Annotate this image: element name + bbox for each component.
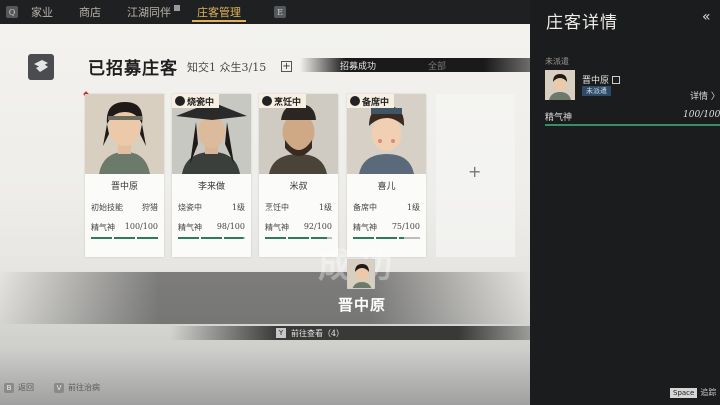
stat-label: 精气神 <box>91 223 115 232</box>
collapse-icon[interactable]: « <box>702 9 711 25</box>
stat-value: 75/100 <box>391 222 420 231</box>
kiln-icon <box>175 96 185 106</box>
goto-view-button[interactable]: Y 前往查看（4） <box>170 326 530 340</box>
guest-name: 李来做 <box>197 182 225 192</box>
recruit-popup <box>0 272 530 324</box>
job-tag: 烧瓷中 <box>172 94 220 108</box>
detail-stat-value: 100/100 <box>683 110 720 120</box>
job-value: 1级 <box>406 203 420 212</box>
job-value: 狩猎 <box>142 203 158 212</box>
stat-value: 100/100 <box>124 222 158 231</box>
job-label: 烹饪中 <box>265 203 289 212</box>
popup-avatar <box>347 259 375 289</box>
nav-right-key[interactable]: E <box>274 6 286 18</box>
track-hint[interactable]: Space 追踪 <box>670 387 716 398</box>
stat-label: 精气神 <box>265 223 289 232</box>
job-label: 烧瓷中 <box>178 203 202 212</box>
main-panel: 已招募庄客 知交1 众生3/15 + 招募成功 全部 晋中原 初始技能 狩猎 精气… <box>0 24 530 405</box>
job-tag-label: 备席中 <box>362 97 390 108</box>
stat-value: 98/100 <box>216 222 245 231</box>
guest-name: 米叔 <box>289 182 308 192</box>
job-tag: 备席中 <box>347 94 395 108</box>
stat-value: 92/100 <box>303 222 332 231</box>
guest-stat-row: 精气神 100/100 <box>85 222 164 233</box>
guest-portrait: 烧瓷中 <box>172 94 251 174</box>
tab-family-label: 家业 <box>31 6 53 19</box>
guest-stat-row: 精气神 75/100 <box>347 222 426 233</box>
detail-stat-label: 精气神 <box>545 113 573 123</box>
job-tag: 烹饪中 <box>259 94 307 108</box>
detail-title: 庄客详情 <box>546 13 618 33</box>
expand-capacity-button[interactable]: + <box>281 61 292 72</box>
status-badge: 未派遣 <box>582 86 611 96</box>
back-key: B <box>4 382 14 393</box>
goto-key: Y <box>275 328 286 338</box>
add-icon: + <box>468 162 482 181</box>
heal-button[interactable]: 前往治病 <box>68 382 100 393</box>
tab-companions-label: 江湖同伴 <box>127 6 171 19</box>
detail-name-row: 晋中原 <box>582 73 621 86</box>
tab-shop-label: 商店 <box>79 6 101 19</box>
guest-portrait: 烹饪中 <box>259 94 338 174</box>
job-label: 初始技能 <box>91 203 123 212</box>
guest-stat-row: 精气神 92/100 <box>259 222 338 233</box>
detail-name: 晋中原 <box>582 76 610 86</box>
stamina-bar <box>172 237 251 239</box>
guest-job-row: 烧瓷中 1级 <box>172 202 251 213</box>
guest-job-row: 烹饪中 1级 <box>259 202 338 213</box>
space-key: Space <box>670 387 698 398</box>
guest-name: 喜儿 <box>377 182 396 192</box>
edit-name-icon[interactable] <box>612 75 621 84</box>
banquet-icon <box>350 96 360 106</box>
tab-companions[interactable]: 江湖同伴 <box>114 0 184 24</box>
popup-name: 晋中原 <box>338 296 387 314</box>
guest-card[interactable]: 备席中 喜儿 备席中 1级 精气神 75/100 <box>347 94 426 257</box>
recruit-success-banner: 招募成功 全部 <box>300 58 530 72</box>
stat-label: 精气神 <box>353 223 377 232</box>
tab-shop[interactable]: 商店 <box>66 0 114 24</box>
job-label: 备席中 <box>353 203 377 212</box>
detail-avatar[interactable] <box>545 70 575 100</box>
detail-subheader: 未派遣 <box>545 57 569 66</box>
heal-key: V <box>54 382 64 393</box>
tab-manor-guests-label: 庄客管理 <box>197 6 241 19</box>
guest-stat-row: 精气神 98/100 <box>172 222 251 233</box>
stat-label: 精气神 <box>178 223 202 232</box>
job-value: 1级 <box>318 203 332 212</box>
guest-card[interactable]: 烧瓷中 李来做 烧瓷中 1级 精气神 98/100 <box>172 94 251 257</box>
top-nav: Q 家业 商店 江湖同伴 庄客管理 E <box>0 0 530 24</box>
filter-all[interactable]: 全部 <box>428 59 446 72</box>
back-button[interactable]: 返回 <box>18 382 34 393</box>
stamina-bar <box>85 237 164 239</box>
guest-card[interactable]: 晋中原 初始技能 狩猎 精气神 100/100 <box>85 94 164 257</box>
track-label: 追踪 <box>700 388 717 397</box>
recruit-success-text: 招募成功 <box>340 61 377 72</box>
job-tag-label: 烧瓷中 <box>187 97 215 108</box>
section-title: 已招募庄客 <box>88 59 178 79</box>
details-link[interactable]: 详情 〉 <box>690 89 720 102</box>
guest-portrait <box>85 94 164 174</box>
tab-badge-icon <box>174 5 180 11</box>
goto-label: 前往查看（4） <box>290 328 345 338</box>
job-tag-label: 烹饪中 <box>274 97 302 108</box>
nav-left-key[interactable]: Q <box>6 6 18 18</box>
tab-family[interactable]: 家业 <box>18 0 66 24</box>
detail-panel: 庄客详情 « 未派遣 晋中原 未派遣 详情 〉 精气神 100/100 Spac… <box>530 0 720 405</box>
guest-card[interactable]: 烹饪中 米叔 烹饪中 1级 精气神 92/100 <box>259 94 338 257</box>
guest-job-row: 初始技能 狩猎 <box>85 202 164 213</box>
detail-stamina-bar <box>545 124 720 126</box>
guest-job-row: 备席中 1级 <box>347 202 426 213</box>
manor-logo-icon <box>28 54 54 80</box>
guest-portrait: 备席中 <box>347 94 426 174</box>
tab-manor-guests[interactable]: 庄客管理 <box>184 0 254 24</box>
job-value: 1级 <box>231 203 245 212</box>
bottom-hints: B 返回 V 前往治病 <box>4 382 100 393</box>
add-guest-slot[interactable]: + <box>436 94 515 257</box>
section-stats: 知交1 众生3/15 <box>187 61 267 74</box>
guest-name: 晋中原 <box>110 182 138 192</box>
cooking-icon <box>262 96 272 106</box>
